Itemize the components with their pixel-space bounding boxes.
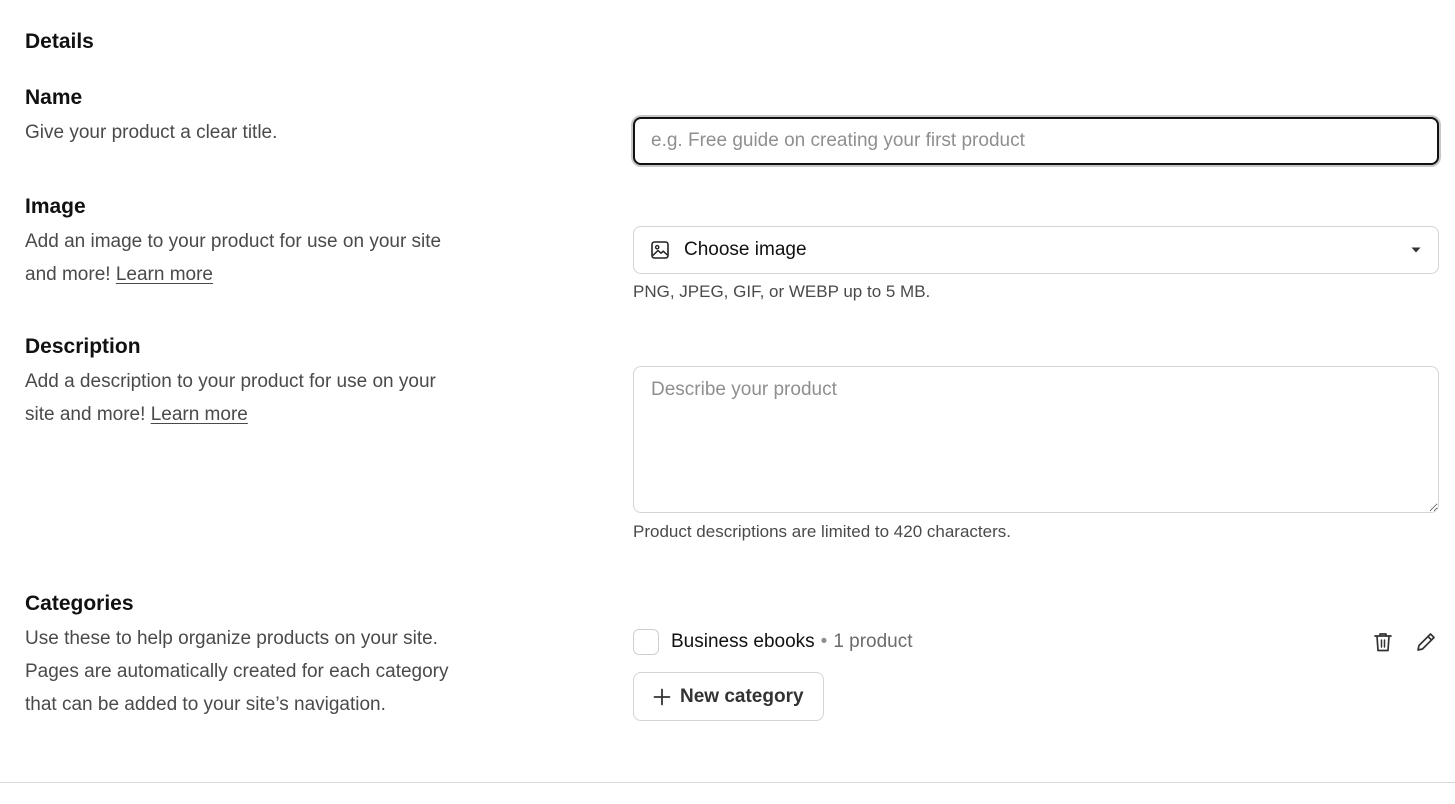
delete-category-button[interactable] <box>1370 629 1396 655</box>
pencil-icon <box>1415 631 1437 653</box>
category-count: 1 product <box>833 631 913 652</box>
choose-image-label: Choose image <box>684 239 807 260</box>
edit-category-button[interactable] <box>1413 629 1439 655</box>
category-separator: • <box>820 631 828 652</box>
categories-help: Use these to help organize products on y… <box>25 628 449 715</box>
new-category-button[interactable]: New category <box>633 672 824 721</box>
section-divider <box>0 782 1455 783</box>
description-learn-more-link[interactable]: Learn more <box>151 404 248 425</box>
description-label: Description <box>25 335 141 358</box>
image-label: Image <box>25 195 86 218</box>
category-checkbox[interactable] <box>633 629 659 655</box>
new-category-label: New category <box>680 685 804 707</box>
description-hint: Product descriptions are limited to 420 … <box>633 522 1011 541</box>
image-hint: PNG, JPEG, GIF, or WEBP up to 5 MB. <box>633 282 931 301</box>
product-name-input[interactable] <box>633 117 1439 165</box>
product-description-textarea[interactable] <box>633 366 1439 513</box>
choose-image-select[interactable]: Choose image <box>633 226 1439 274</box>
category-item: Business ebooks • 1 product <box>633 627 1439 657</box>
image-help-text: Add an image to your product for use on … <box>25 231 442 285</box>
name-label: Name <box>25 86 83 109</box>
category-name: Business ebooks <box>671 631 815 652</box>
description-help: Add a description to your product for us… <box>25 365 455 431</box>
trash-icon <box>1373 631 1393 653</box>
name-help: Give your product a clear title. <box>25 122 278 143</box>
plus-icon <box>653 688 671 706</box>
image-icon <box>650 240 670 260</box>
image-help: Add an image to your product for use on … <box>25 225 455 291</box>
categories-label: Categories <box>25 592 134 615</box>
image-learn-more-link[interactable]: Learn more <box>116 264 213 285</box>
chevron-down-icon <box>1410 244 1422 256</box>
section-title: Details <box>25 30 94 53</box>
